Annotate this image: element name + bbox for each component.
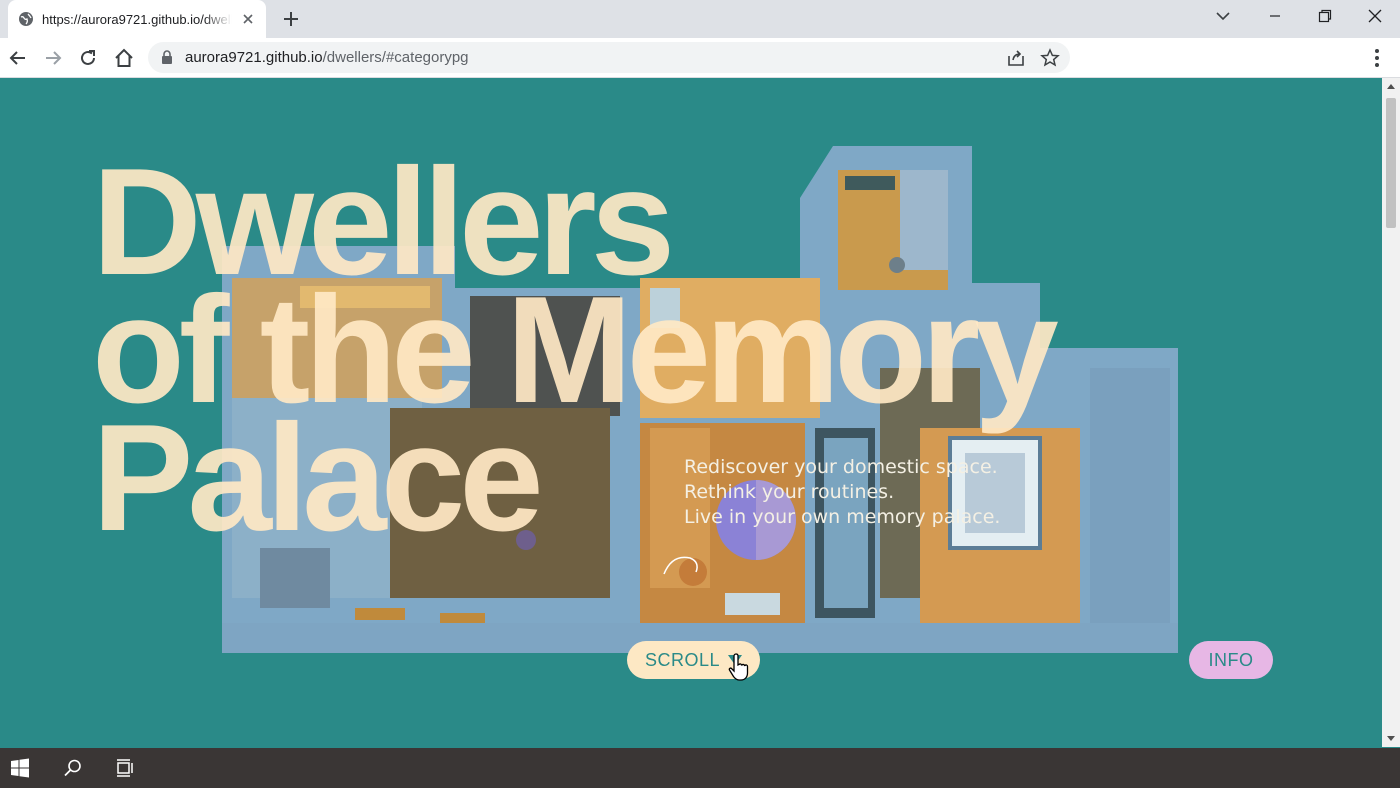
back-button[interactable] [6,46,30,70]
reload-button[interactable] [76,46,100,70]
forward-arrow-icon [46,51,62,65]
browser-tab[interactable]: https://aurora9721.github.io/dwellers/#c… [8,0,266,38]
hand-pointer-cursor-icon [728,653,749,681]
share-icon[interactable] [1006,48,1026,68]
reload-icon [81,50,95,65]
browser-tab-bar: https://aurora9721.github.io/dwellers/#c… [0,0,1400,38]
scroll-button-label: SCROLL [645,649,721,670]
chevron-down-icon [1216,12,1230,21]
restore-button[interactable] [1302,0,1348,32]
os-taskbar [0,748,1400,788]
lock-icon[interactable] [160,50,174,64]
url-host: aurora9721.github.io [185,49,323,66]
address-bar[interactable]: aurora9721.github.io/dwellers/#categoryp… [148,42,1070,73]
scrollbar-thumb[interactable] [1386,98,1396,228]
tab-search-button[interactable] [1200,0,1246,32]
tagline-line: Rediscover your domestic space. [684,456,998,478]
scroll-up-arrow-icon[interactable] [1387,84,1395,89]
close-icon [1368,9,1382,23]
tagline-line: Rethink your routines. [684,481,895,503]
tab-title: https://aurora9721.github.io/dwellers/#c… [42,11,232,27]
bookmark-star-icon[interactable] [1040,48,1060,68]
minimize-button[interactable] [1252,0,1298,32]
close-tab-icon[interactable] [240,11,256,27]
globe-icon [19,12,33,26]
home-icon [115,48,133,67]
tagline: Rediscover your domestic space. Rethink … [684,455,1000,530]
page-viewport: Dwellers of the Memory Palace Rediscover… [0,78,1382,747]
back-arrow-icon [9,51,25,65]
task-view-icon[interactable] [115,758,135,778]
windows-start-icon[interactable] [10,758,30,778]
url-text[interactable]: aurora9721.github.io/dwellers/#categoryp… [185,49,469,66]
new-tab-icon[interactable] [280,8,302,30]
search-icon[interactable] [63,758,83,778]
more-menu-icon[interactable] [1366,46,1388,70]
page-scrollbar[interactable] [1382,78,1400,747]
info-button-label: INFO [1208,649,1254,670]
restore-icon [1318,9,1332,23]
info-button[interactable]: INFO [1189,641,1273,679]
minimize-icon [1270,15,1280,17]
tagline-line: Live in your own memory palace. [684,506,1001,528]
url-path: /dwellers/#categorypg [322,49,469,66]
close-window-button[interactable] [1352,0,1398,32]
browser-toolbar: aurora9721.github.io/dwellers/#categoryp… [0,38,1400,78]
home-button[interactable] [112,46,136,70]
forward-button[interactable] [41,46,65,70]
scroll-down-arrow-icon[interactable] [1387,736,1395,741]
